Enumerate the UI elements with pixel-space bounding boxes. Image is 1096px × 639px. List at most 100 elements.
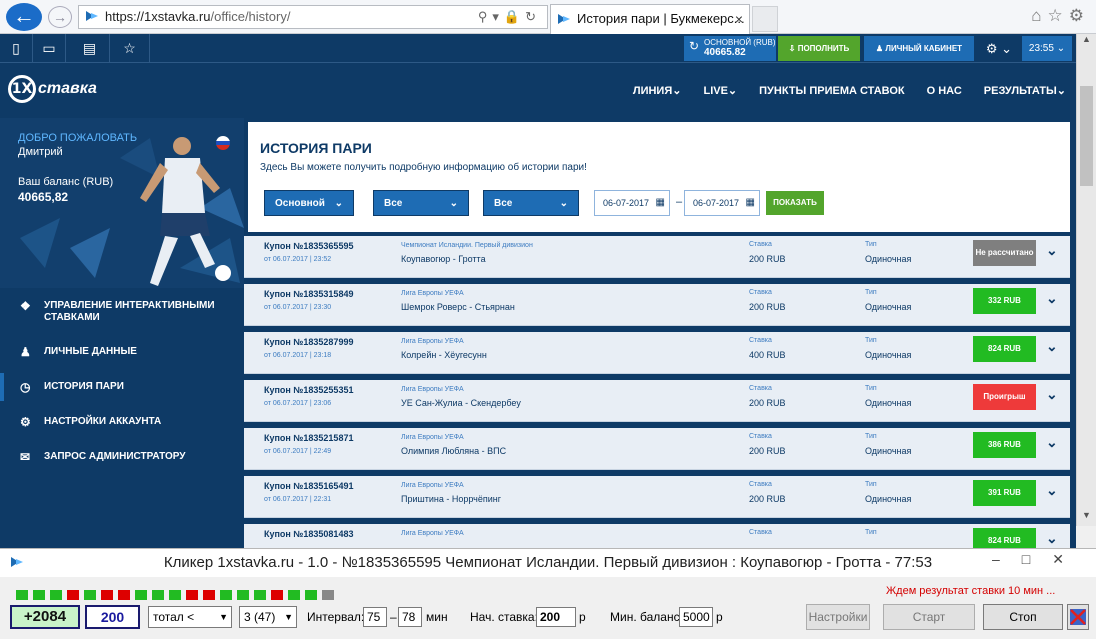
new-tab-button[interactable] — [752, 6, 778, 32]
menu-item-points[interactable]: ПУНКТЫ ПРИЕМА СТАВОК — [759, 85, 904, 97]
time-value: 23:55 — [1028, 43, 1054, 54]
sidebar-item-admin-request[interactable]: ✉ ЗАПРОС АДМИНИСТРАТОРУ — [0, 443, 244, 471]
menu-item-results[interactable]: РЕЗУЛЬТАТЫ⌄ — [984, 84, 1066, 97]
coupon-date: от 06.07.2017 | 22:31 — [264, 496, 332, 503]
result-badge: 824 RUB — [973, 336, 1036, 362]
page-title: ИСТОРИЯ ПАРИ — [260, 140, 372, 156]
start-button[interactable]: Старт — [883, 604, 975, 630]
bet-row[interactable]: Купон №1835287999 от 06.07.2017 | 23:18 Ли… — [244, 332, 1070, 374]
browser-toolbar-icons[interactable]: ⌂☆⚙ — [1031, 6, 1090, 26]
account-select-value: Основной — [275, 198, 325, 209]
address-text: https://1xstavka.ru — [105, 9, 211, 24]
result-badge: 824 RUB — [973, 528, 1036, 548]
chevron-down-icon[interactable]: ⌄ — [1046, 338, 1058, 355]
bet-row[interactable]: Купон №1835255351 от 06.07.2017 | 23:06 Ли… — [244, 380, 1070, 422]
tab-history[interactable]: История пари | Букмекерс... × — [550, 4, 750, 34]
welcome-text: ДОБРО ПОЖАЛОВАТЬ — [18, 132, 138, 144]
page-scrollbar[interactable]: ▲ ▼ — [1076, 34, 1096, 526]
chevron-down-icon[interactable]: ⌄ — [1046, 386, 1058, 403]
chevron-down-icon[interactable]: ⌄ — [1046, 434, 1058, 451]
bet-result-indicator — [84, 590, 96, 600]
sidebar-item-label: НАСТРОЙКИ АККАУНТА — [44, 416, 162, 427]
stats-icon[interactable]: ▤ — [70, 34, 110, 62]
min-balance-unit: р — [716, 610, 723, 624]
sidebar-item-account-settings[interactable]: ⚙ НАСТРОЙКИ АККАУНТА — [0, 408, 244, 436]
bet-row[interactable]: Купон №1835215871 от 06.07.2017 | 22:49 Ли… — [244, 428, 1070, 470]
type-label: Тип — [865, 529, 877, 536]
address-bar[interactable]: https://1xstavka.ru/office/history/ ⚲▾🔒↻ — [78, 5, 548, 29]
scroll-down-icon[interactable]: ▼ — [1077, 510, 1096, 526]
sidebar-item-interactive-bets[interactable]: ❖ УПРАВЛЕНИЕ ИНТЕРАКТИВНЫМИ СТАВКАМИ — [0, 292, 244, 332]
menu-item-line[interactable]: ЛИНИЯ⌄ — [633, 84, 682, 97]
menu-item-about[interactable]: О НАС — [927, 85, 962, 97]
chevron-down-icon: ⌄ — [449, 198, 458, 209]
forward-arrow-icon[interactable]: → — [48, 6, 72, 28]
sidebar-balance-value: 40665,82 — [18, 190, 69, 204]
history-filter-panel: ИСТОРИЯ ПАРИ Здесь Вы можете получить по… — [248, 122, 1070, 232]
type-select[interactable]: Все ⌄ — [483, 190, 579, 216]
back-arrow-icon[interactable]: ← — [6, 3, 42, 31]
sidebar-item-bet-history[interactable]: ◷ ИСТОРИЯ ПАРИ — [0, 373, 244, 401]
account-balance-button[interactable]: ↻ ОСНОВНОЙ (RUB) 40665.82 — [684, 36, 776, 61]
mobile-icon[interactable]: ▯ — [0, 34, 33, 62]
bet-row[interactable]: Купон №1835081483 Лига Европы УЕФА Ставка Т… — [244, 524, 1070, 548]
chevron-down-icon[interactable]: ⌄ — [1046, 530, 1058, 547]
site-logo[interactable]: 1X ставка — [8, 75, 98, 105]
menu-item-live[interactable]: LIVE⌄ — [703, 84, 737, 97]
tab-close-icon[interactable]: × — [735, 5, 743, 33]
bet-result-indicator — [16, 590, 28, 600]
tablet-icon[interactable]: ▭ — [33, 34, 66, 62]
interval-to-input[interactable]: 78 — [398, 607, 422, 627]
deposit-button[interactable]: ⇩ ПОПОЛНИТЬ — [778, 36, 860, 61]
scroll-up-icon[interactable]: ▲ — [1077, 34, 1096, 50]
chevron-down-icon[interactable]: ⌄ — [1046, 242, 1058, 259]
market-select[interactable]: тотал < ▼ — [148, 606, 232, 628]
clock-button[interactable]: 23:55 ⌄ — [1022, 36, 1072, 61]
settings-button[interactable]: Настройки — [806, 604, 870, 630]
envelope-icon: ✉ — [20, 450, 31, 464]
site-header: 1X ставка ЛИНИЯ⌄ LIVE⌄ ПУНКТЫ ПРИЕМА СТА… — [0, 63, 1076, 118]
russia-flag-icon[interactable] — [216, 136, 230, 150]
type-label: Тип — [865, 337, 877, 344]
window-controls[interactable]: –□✕ — [992, 551, 1086, 568]
chevron-down-icon[interactable]: ⌄ — [1046, 290, 1058, 307]
bet-history-content: ИСТОРИЯ ПАРИ Здесь Вы можете получить по… — [244, 118, 1076, 548]
stake-label: Ставка — [749, 385, 772, 392]
date-to-field[interactable]: 06-07-2017 ▦ — [684, 190, 760, 216]
bet-row[interactable]: Купон №1835315849 от 06.07.2017 | 23:30 Ли… — [244, 284, 1070, 326]
bet-type: Одиночная — [865, 446, 912, 456]
account-select[interactable]: Основной ⌄ — [264, 190, 354, 216]
deposit-label: ПОПОЛНИТЬ — [797, 44, 850, 53]
stake-value: 200 RUB — [749, 446, 786, 456]
bet-result-indicator — [67, 590, 79, 600]
show-button[interactable]: ПОКАЗАТЬ — [766, 191, 824, 215]
coupon-date: от 06.07.2017 | 22:49 — [264, 448, 332, 455]
stop-button[interactable]: Стоп — [983, 604, 1063, 630]
user-name: Дмитрий — [18, 146, 63, 158]
clicker-title: Кликер 1xstavka.ru - 1.0 - №1835365595 Ч… — [163, 554, 933, 571]
gears-icon: ⚙ — [20, 415, 31, 429]
address-actions[interactable]: ⚲▾🔒↻ — [478, 6, 541, 28]
address-path: /office/history/ — [210, 9, 291, 24]
scroll-thumb[interactable] — [1080, 86, 1093, 186]
level-select[interactable]: 3 (47) ▼ — [239, 606, 297, 628]
sidebar-item-personal-data[interactable]: ♟ ЛИЧНЫЕ ДАННЫЕ — [0, 338, 244, 366]
date-from-field[interactable]: 06-07-2017 ▦ — [594, 190, 670, 216]
bet-row[interactable]: Купон №1835165491 от 06.07.2017 | 22:31 Ли… — [244, 476, 1070, 518]
settings-gear-icon[interactable]: ⚙ ⌄ — [978, 36, 1020, 61]
status-select[interactable]: Все ⌄ — [373, 190, 469, 216]
start-stake-input[interactable]: 200 — [536, 607, 576, 627]
result-badge: 386 RUB — [973, 432, 1036, 458]
stake-label: Ставка — [749, 289, 772, 296]
start-stake-unit: р — [579, 610, 586, 624]
clear-icon[interactable] — [1067, 604, 1089, 630]
min-balance-input[interactable]: 5000 — [679, 607, 713, 627]
coupon-number: Купон №1835215871 — [264, 433, 354, 443]
interval-from-input[interactable]: 75 — [363, 607, 387, 627]
bet-row[interactable]: Купон №1835365595 от 06.07.2017 | 23:52 Че… — [244, 236, 1070, 278]
trophy-icon[interactable]: ☆ — [110, 34, 150, 62]
chevron-down-icon[interactable]: ⌄ — [1046, 482, 1058, 499]
type-label: Тип — [865, 289, 877, 296]
personal-cabinet-button[interactable]: ♟ ЛИЧНЫЙ КАБИНЕТ — [864, 36, 974, 61]
profit-display: +2084 — [10, 605, 80, 629]
